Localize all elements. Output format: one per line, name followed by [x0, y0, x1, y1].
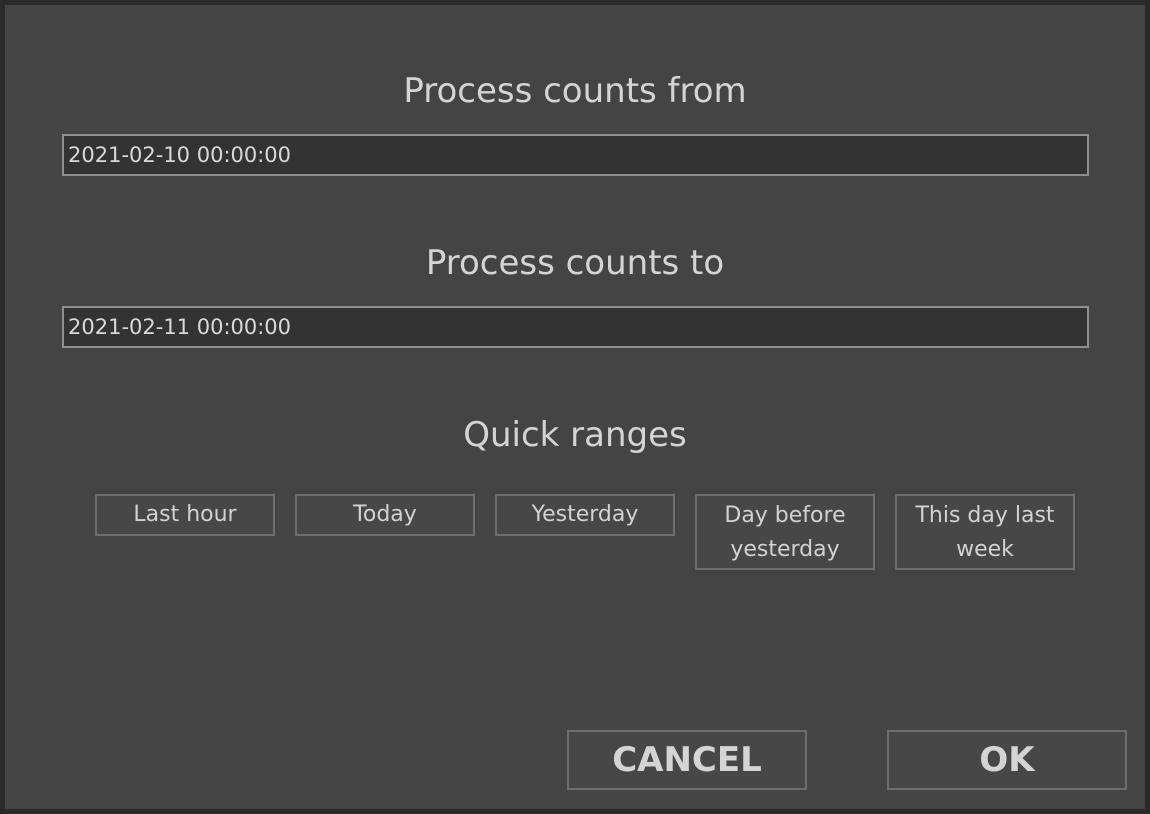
quick-range-today-button[interactable]: Today	[295, 494, 475, 536]
to-heading: Process counts to	[425, 243, 725, 283]
from-heading: Process counts from	[403, 71, 747, 111]
quick-ranges-heading: Quick ranges	[463, 415, 687, 455]
quick-range-this-day-last-week-button[interactable]: This day last week	[895, 494, 1075, 570]
quick-range-yesterday-button[interactable]: Yesterday	[495, 494, 675, 536]
quick-range-day-before-yesterday-button[interactable]: Day before yesterday	[695, 494, 875, 570]
from-datetime-input[interactable]	[62, 134, 1089, 176]
cancel-button[interactable]: CANCEL	[567, 730, 807, 790]
quick-range-last-hour-button[interactable]: Last hour	[95, 494, 275, 536]
to-datetime-input[interactable]	[62, 306, 1089, 348]
ok-button[interactable]: OK	[887, 730, 1127, 790]
date-range-dialog: Process counts from Process counts to Qu…	[0, 0, 1150, 814]
